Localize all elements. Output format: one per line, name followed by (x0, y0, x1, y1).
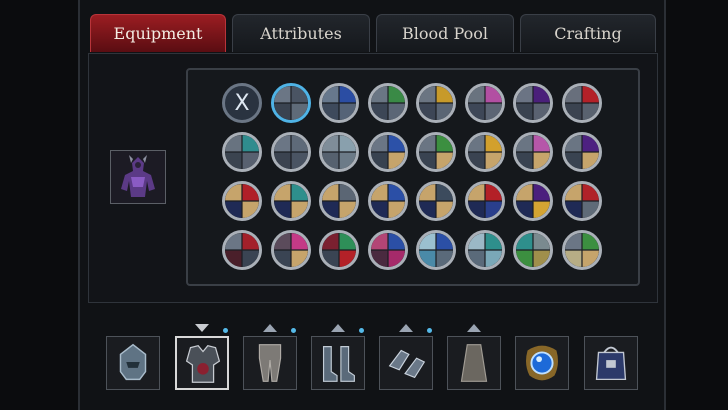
chest-armor-icon (185, 345, 221, 383)
boots-icon (322, 346, 355, 382)
dye-quadrant-icon (370, 233, 405, 267)
dye-quadrant-icon (419, 135, 453, 169)
dye-swatch[interactable] (464, 181, 505, 221)
gloves-slot[interactable] (379, 336, 433, 390)
dye-swatch[interactable] (319, 181, 359, 221)
dye-swatch[interactable] (367, 83, 408, 123)
dye-quadrant-icon (564, 86, 599, 120)
dye-quadrant-icon (273, 184, 308, 218)
dye-quadrant-icon (467, 184, 502, 218)
dye-swatch[interactable] (561, 83, 602, 123)
dye-swatch[interactable] (561, 132, 602, 172)
legs-armor-icon (258, 344, 282, 382)
upgrade-arrow-icon (399, 324, 413, 332)
dye-quadrant-icon (322, 86, 356, 120)
dye-quadrant-icon (516, 135, 550, 169)
helmet-icon (119, 343, 147, 381)
dye-quadrant-icon (419, 233, 453, 267)
tab-equipment[interactable]: Equipment (90, 14, 226, 52)
dye-quadrant-icon (419, 86, 453, 120)
selected-indicator-icon (195, 324, 209, 332)
dye-quadrant-icon (322, 135, 356, 169)
dye-swatch[interactable] (270, 181, 311, 221)
dye-quadrant-icon (467, 135, 502, 169)
character-figure-icon (111, 151, 165, 203)
tab-blood-pool-label: Blood Pool (402, 24, 488, 43)
dye-swatch[interactable] (416, 83, 456, 123)
dye-quadrant-icon (273, 86, 308, 120)
bag-icon (595, 346, 627, 381)
upgrade-arrow-icon (467, 324, 481, 332)
dye-quadrant-icon (467, 233, 502, 267)
cloak-slot[interactable] (447, 336, 501, 390)
notification-dot-icon (223, 328, 228, 333)
dye-swatch[interactable] (319, 230, 359, 270)
necklace-slot[interactable] (515, 336, 569, 390)
dye-quadrant-icon (419, 184, 453, 218)
remove-dye-swatch[interactable]: X (222, 83, 262, 123)
dye-swatch[interactable] (222, 230, 262, 270)
dye-quadrant-icon (273, 233, 308, 267)
notification-dot-icon (427, 328, 432, 333)
dye-swatch[interactable] (561, 181, 602, 221)
dye-swatch[interactable] (513, 181, 553, 221)
dye-swatch[interactable] (367, 181, 408, 221)
dye-quadrant-icon (516, 86, 550, 120)
dye-swatch[interactable] (270, 230, 311, 270)
dye-quadrant-icon (273, 135, 308, 169)
tab-blood-pool[interactable]: Blood Pool (376, 14, 514, 52)
dye-swatch[interactable] (222, 132, 262, 172)
dye-swatch[interactable] (222, 181, 262, 221)
dye-swatch[interactable] (270, 83, 311, 123)
upgrade-arrow-icon (331, 324, 345, 332)
dye-swatch[interactable] (464, 230, 505, 270)
dye-quadrant-icon (370, 135, 405, 169)
dye-quadrant-icon (225, 135, 259, 169)
dye-swatch[interactable] (513, 132, 553, 172)
dye-swatch[interactable] (513, 230, 553, 270)
dye-swatch[interactable] (416, 181, 456, 221)
dye-quadrant-icon (467, 86, 502, 120)
dye-swatch[interactable] (464, 83, 505, 123)
character-preview (110, 150, 166, 204)
dye-quadrant-icon (564, 135, 599, 169)
dye-quadrant-icon (370, 86, 405, 120)
dye-quadrant-icon (225, 233, 259, 267)
dye-swatch[interactable] (416, 132, 456, 172)
cloak-icon (460, 344, 488, 382)
dye-quadrant-icon (564, 184, 599, 218)
dye-swatch[interactable] (367, 132, 408, 172)
dye-swatch[interactable] (319, 132, 359, 172)
dye-quadrant-icon (564, 233, 599, 267)
dye-quadrant-icon (516, 233, 550, 267)
tab-equipment-label: Equipment (113, 24, 203, 43)
dye-swatch[interactable] (416, 230, 456, 270)
legs-slot[interactable] (243, 336, 297, 390)
gloves-icon (388, 349, 426, 379)
dye-swatch[interactable] (319, 83, 359, 123)
tab-crafting-label: Crafting (554, 24, 622, 43)
dye-swatch[interactable] (367, 230, 408, 270)
tab-crafting[interactable]: Crafting (520, 14, 656, 52)
remove-dye-label: X (234, 90, 250, 116)
tab-attributes[interactable]: Attributes (232, 14, 370, 52)
dye-quadrant-icon (516, 184, 550, 218)
notification-dot-icon (291, 328, 296, 333)
helmet-slot[interactable] (106, 336, 160, 390)
boots-slot[interactable] (311, 336, 365, 390)
dye-swatch[interactable] (464, 132, 505, 172)
tab-attributes-label: Attributes (260, 24, 342, 43)
dye-swatch[interactable] (270, 132, 311, 172)
dye-swatch[interactable] (513, 83, 553, 123)
dye-quadrant-icon (322, 184, 356, 218)
chest-slot[interactable] (175, 336, 229, 390)
dye-quadrant-icon (322, 233, 356, 267)
dye-swatch[interactable] (561, 230, 602, 270)
bag-slot[interactable] (584, 336, 638, 390)
upgrade-arrow-icon (263, 324, 277, 332)
amulet-icon (526, 345, 558, 381)
dye-quadrant-icon (370, 184, 405, 218)
dye-quadrant-icon (225, 184, 259, 218)
notification-dot-icon (359, 328, 364, 333)
